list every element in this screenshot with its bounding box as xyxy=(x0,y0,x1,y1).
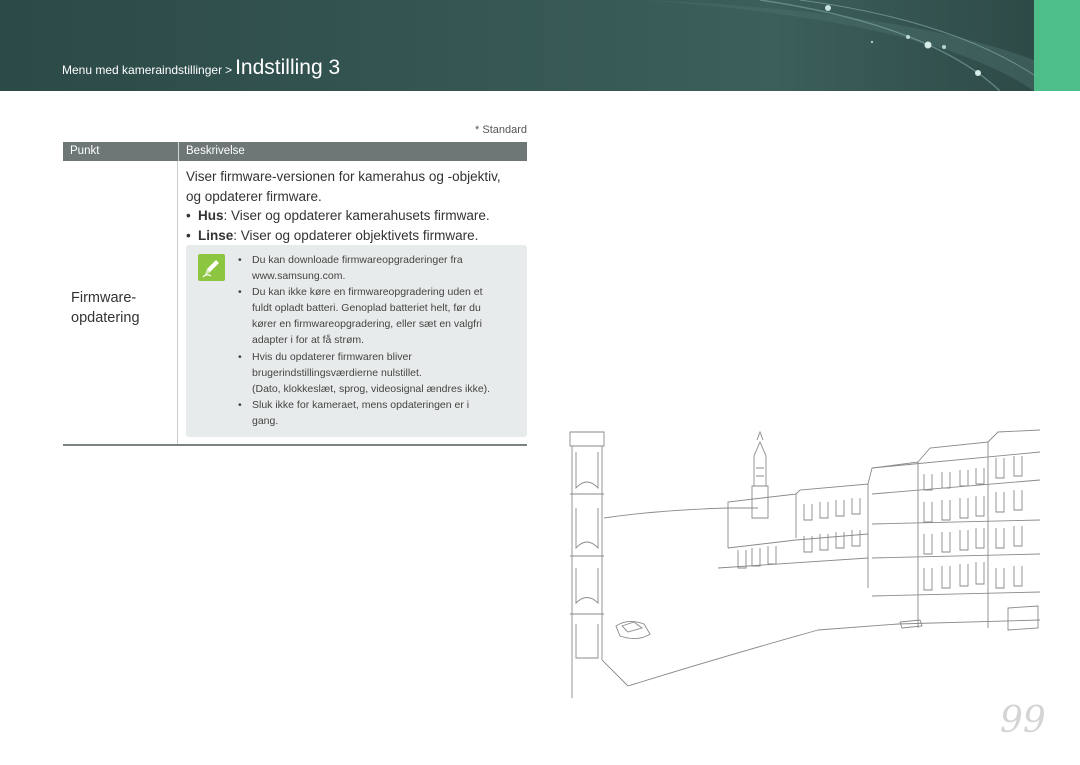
note-line: Du kan downloade firmwareopgraderinger f… xyxy=(252,254,463,266)
column-header-punkt: Punkt xyxy=(70,145,100,157)
bullet-dot: • xyxy=(186,208,191,223)
note-item: • Du kan ikke køre en firmwareopgraderin… xyxy=(238,284,518,348)
standard-legend: * Standard xyxy=(475,124,527,136)
column-divider xyxy=(178,142,179,161)
note-item: • Sluk ikke for kameraet, mens opdaterin… xyxy=(238,397,518,429)
section-tab xyxy=(1034,0,1080,91)
page-number: 99 xyxy=(1000,700,1046,741)
table-bottom-border xyxy=(63,444,527,446)
note-list: • Du kan downloade firmwareopgraderinger… xyxy=(238,252,518,429)
note-line: (Dato, klokkeslæt, sprog, videosignal æn… xyxy=(252,382,491,395)
page-title: Indstilling 3 xyxy=(235,56,341,79)
column-header-beskrivelse: Beskrivelse xyxy=(186,145,245,157)
pencil-note-icon xyxy=(198,254,225,281)
bullet-linse: • Linse: Viser og opdaterer objektivets f… xyxy=(186,226,521,246)
table-row-item-name: Firmware- opdatering xyxy=(71,288,140,328)
note-item: • Hvis du opdaterer firmwaren bliver bru… xyxy=(238,349,518,397)
note-line: kører en firmwareopgradering, eller sæt … xyxy=(252,318,482,331)
bullet-dot: • xyxy=(186,227,191,243)
note-line: gang. xyxy=(252,414,279,427)
note-box: • Du kan downloade firmwareopgraderinger… xyxy=(186,245,527,437)
column-separator-line xyxy=(177,161,178,445)
item-name-line: Firmware- xyxy=(71,290,137,306)
bullet-term: Hus xyxy=(198,208,224,223)
bullet-term: Linse xyxy=(198,227,234,243)
note-line: Hvis du opdaterer firmwaren bliver xyxy=(252,350,412,363)
city-sketch-illustration xyxy=(569,429,1040,698)
table-row-description: Viser firmware-versionen for kamerahus o… xyxy=(186,167,521,245)
breadcrumb: Menu med kameraindstillinger > Indstilling… xyxy=(62,56,340,80)
header-bar: Menu med kameraindstillinger > Indstilling… xyxy=(0,0,1034,91)
note-line: Sluk ikke for kameraet, mens opdateringe… xyxy=(252,398,470,411)
bullet-hus: • Hus: Viser og opdaterer kamerahusets fi… xyxy=(186,206,521,226)
item-name-line: opdatering xyxy=(71,310,140,326)
note-line: adapter i for at få strøm. xyxy=(252,334,365,347)
breadcrumb-parent: Menu med kameraindstillinger xyxy=(62,63,223,77)
table-header: Punkt Beskrivelse xyxy=(63,142,527,161)
bullet-text: : Viser og opdaterer kamerahusets firmwa… xyxy=(223,208,490,223)
description-line: Viser firmware-versionen for kamerahus o… xyxy=(186,169,501,184)
note-item: • Du kan downloade firmwareopgraderinger… xyxy=(238,252,518,284)
note-line: brugerindstillingsværdierne nulstillet. xyxy=(252,366,422,379)
description-line: og opdaterer firmware. xyxy=(186,188,322,204)
note-line: fuldt opladt batteri. Genoplad batteriet… xyxy=(252,302,481,315)
bullet-text: : Viser og opdaterer objektivets firmwar… xyxy=(233,227,479,243)
note-line: Du kan ikke køre en firmwareopgradering … xyxy=(252,286,483,299)
breadcrumb-separator: > xyxy=(225,63,233,77)
note-line: www.samsung.com. xyxy=(252,270,346,283)
